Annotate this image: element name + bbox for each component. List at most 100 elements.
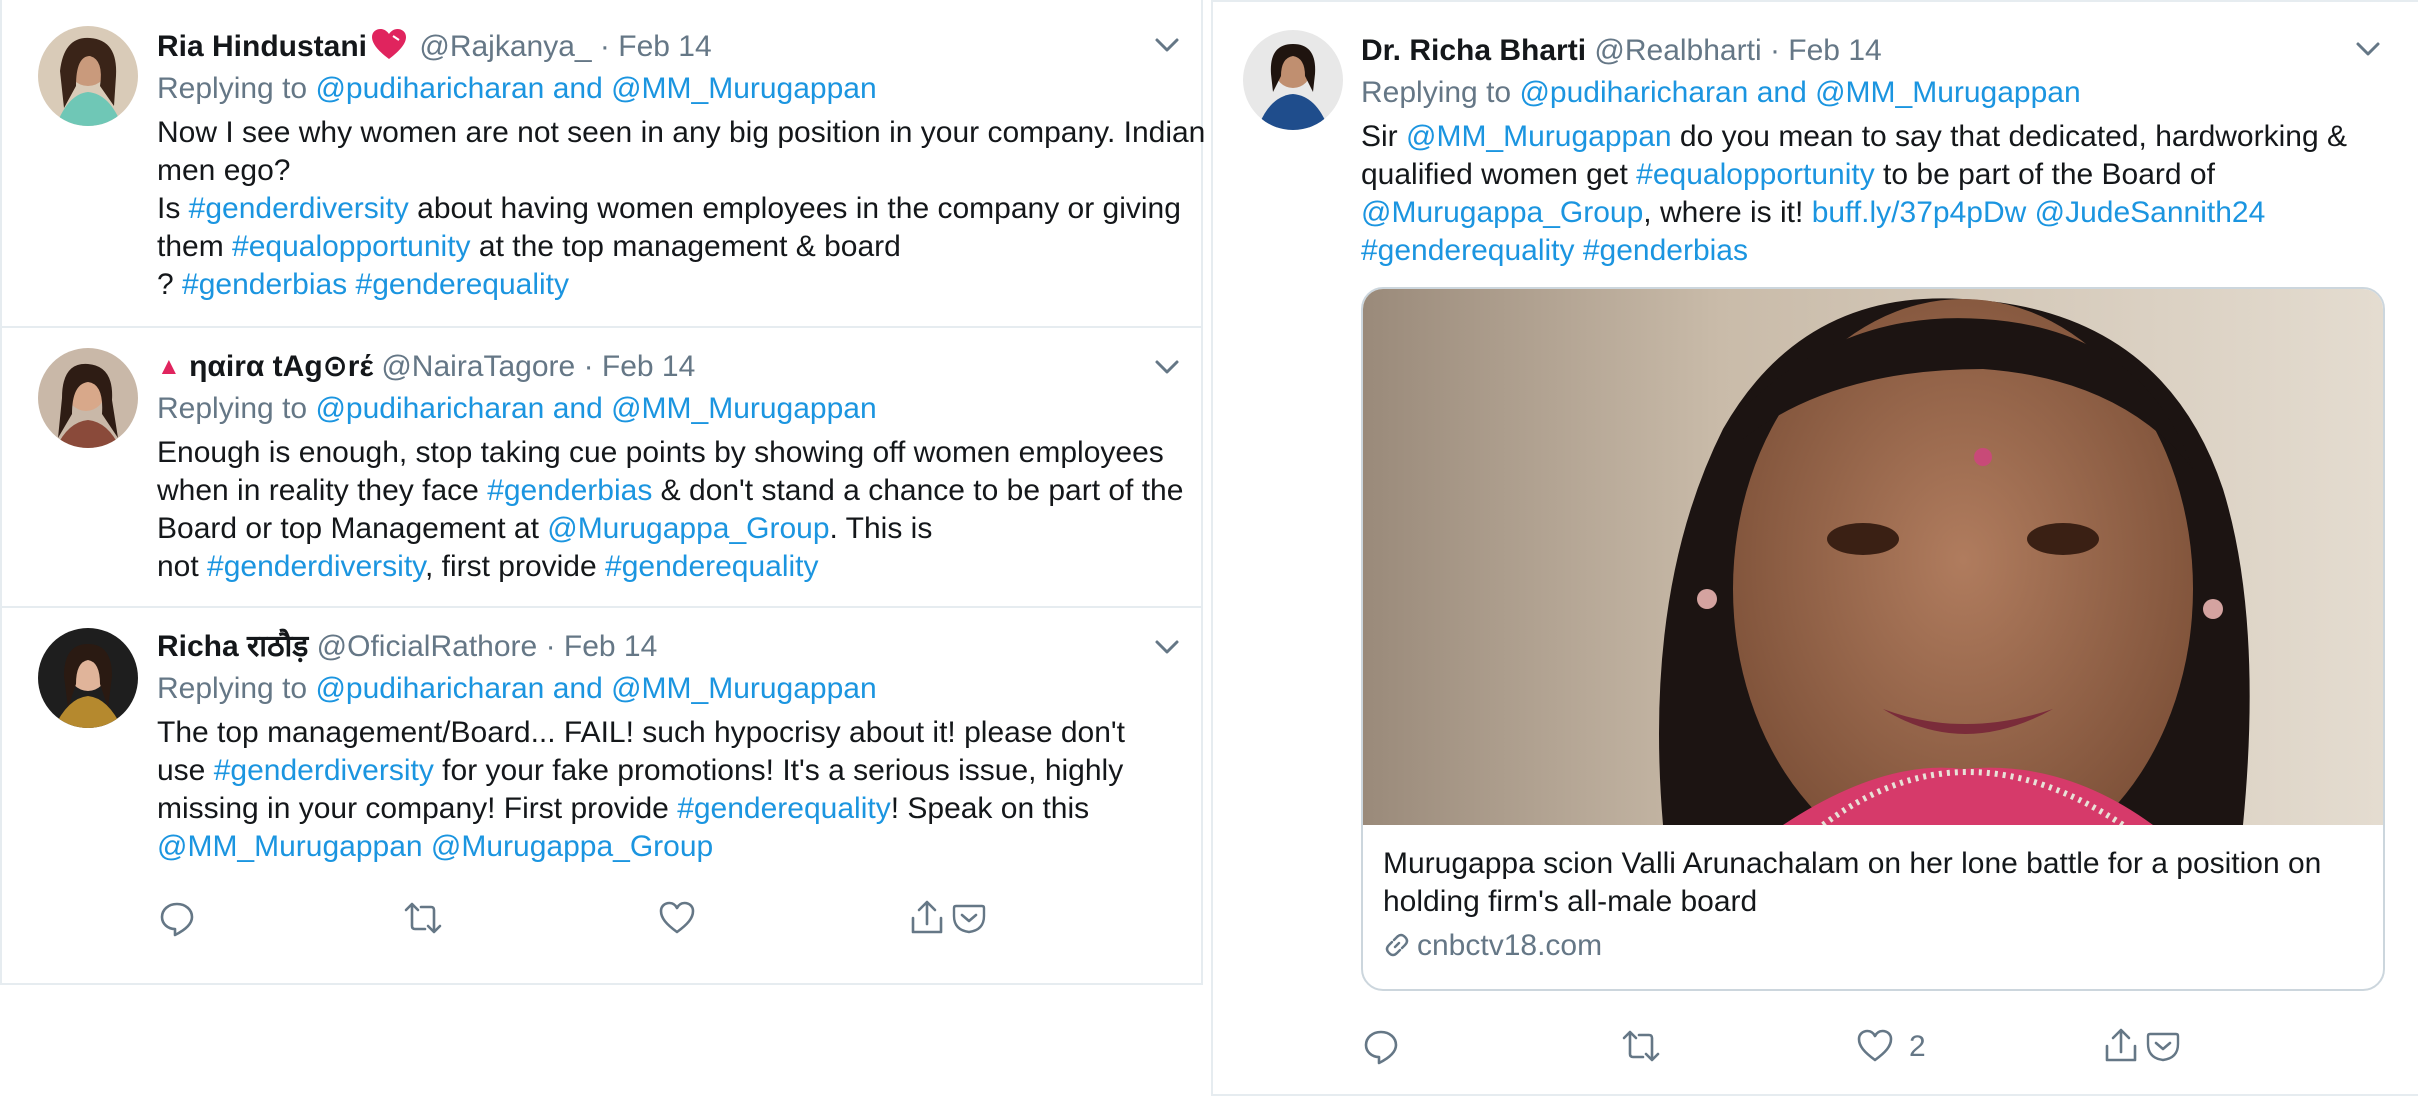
tweet-text: Enough is enough, stop taking cue points… [157, 434, 1183, 586]
tweet-date[interactable]: Feb 14 [1788, 34, 1881, 67]
mention-link[interactable]: @JudeSannith24 [2035, 196, 2266, 229]
tweet-date[interactable]: Feb 14 [602, 350, 695, 383]
mention-link[interactable]: @MM_Murugappan [1406, 120, 1672, 153]
tweet-text-segment: them [157, 230, 233, 263]
tweet-text-line: men ego? [157, 152, 1205, 190]
tweet-richa-bharti[interactable]: Dr. Richa Bharti @Realbharti · Feb 14 Re… [1213, 2, 2418, 1096]
card-domain: cnbctv18.com [1383, 927, 1602, 965]
hashtag-link[interactable]: #genderbias [1583, 234, 1748, 267]
save-pocket-icon[interactable] [949, 898, 989, 938]
tweet-text-line: The top management/Board... FAIL! such h… [157, 714, 1125, 752]
display-name[interactable]: Dr. Richa Bharti [1361, 34, 1586, 67]
hashtag-link[interactable]: #genderdiversity [189, 192, 409, 225]
mention-link[interactable]: @Murugappa_Group [431, 830, 713, 863]
separator-dot: · [583, 350, 594, 383]
hashtag-link[interactable]: #genderdiversity [214, 754, 434, 787]
avatar[interactable] [38, 26, 138, 126]
chevron-down-icon[interactable] [1150, 630, 1184, 664]
tweet-text-line: Enough is enough, stop taking cue points… [157, 434, 1183, 472]
share-icon[interactable] [907, 898, 947, 938]
hashtag-link[interactable]: #genderequality [1361, 234, 1575, 267]
right-tweet-panel: Dr. Richa Bharti @Realbharti · Feb 14 Re… [1211, 0, 2418, 1096]
retweet-icon[interactable] [1621, 1026, 1661, 1066]
left-tweet-panel: Ria Hindustani @Rajkanya_ · Feb 14 Reply… [0, 0, 1205, 985]
tweet-naira-tagore[interactable]: ▲ ηαirα tΑg⊙rέ @NairaTagore · Feb 14 Rep… [2, 328, 1201, 608]
like-icon[interactable] [1855, 1026, 1895, 1066]
tweet-text-segment: Is [157, 192, 189, 225]
tweet-text-segment: & don't stand a chance to be part of the [652, 474, 1184, 507]
replying-to-users[interactable]: @pudiharicharan and @MM_Murugappan [315, 672, 876, 705]
card-title-line: holding firm's all-male board [1383, 885, 1758, 918]
reply-icon[interactable] [157, 898, 197, 938]
chevron-down-icon[interactable] [2351, 32, 2385, 66]
tweet-text-segment: , first provide [424, 550, 606, 583]
tweet-text-segment: ? [157, 268, 183, 301]
display-name[interactable]: Richa राठौड़ [157, 630, 308, 663]
like-count: 2 [1909, 1030, 1926, 1063]
replying-to-users[interactable]: @pudiharicharan and @MM_Murugappan [315, 392, 876, 425]
tweet-text-line: when in reality they face #genderbias & … [157, 472, 1183, 510]
tweet-ria-hindustani[interactable]: Ria Hindustani @Rajkanya_ · Feb 14 Reply… [2, 0, 1205, 328]
display-name[interactable]: ηαirα tΑg⊙rέ [189, 350, 373, 383]
separator-dot: · [1769, 34, 1780, 67]
hashtag-link[interactable]: #equalopportunity [232, 230, 471, 263]
tweet-text-line: qualified women get #equalopportunity to… [1361, 156, 2347, 194]
tweet-text-segment: The top management/Board... FAIL! such h… [157, 716, 1125, 749]
tweet-text-segment [2026, 196, 2034, 229]
tweet-date[interactable]: Feb 14 [618, 30, 711, 63]
replying-to-label: Replying to [157, 72, 308, 105]
avatar[interactable] [1243, 30, 1343, 130]
user-handle[interactable]: @OficialRathore [317, 630, 538, 663]
tweet-text-line: Sir @MM_Murugappan do you mean to say th… [1361, 118, 2347, 156]
chevron-down-icon[interactable] [1150, 28, 1184, 62]
tweet-text-segment: for your fake promotions! It's a serious… [433, 754, 1124, 787]
tweet-text-line: @Murugappa_Group, where is it! buff.ly/3… [1361, 194, 2347, 232]
display-name[interactable]: Ria Hindustani [157, 30, 367, 63]
tweet-text-line: not #genderdiversity, first provide #gen… [157, 548, 1183, 586]
mention-link[interactable]: @MM_Murugappan [157, 830, 423, 863]
avatar[interactable] [38, 348, 138, 448]
replying-to: Replying to @pudiharicharan and @MM_Muru… [157, 390, 877, 428]
reply-icon[interactable] [1361, 1026, 1401, 1066]
tweet-text-segment [423, 830, 431, 863]
user-handle[interactable]: @NairaTagore [381, 350, 575, 383]
user-handle[interactable]: @Rajkanya_ [419, 30, 591, 63]
like-icon[interactable] [657, 898, 697, 938]
tweet-text-segment: . This is [829, 512, 933, 545]
tweet-text-line: missing in your company! First provide #… [157, 790, 1125, 828]
user-handle[interactable]: @Realbharti [1594, 34, 1761, 67]
avatar[interactable] [38, 628, 138, 728]
mention-link[interactable]: @Murugappa_Group [1361, 196, 1643, 229]
tweet-text-segment: not [157, 550, 208, 583]
replying-to-label: Replying to [157, 392, 308, 425]
card-title-line: Murugappa scion Valli Arunachalam on her… [1383, 847, 2322, 880]
separator-dot: · [599, 30, 610, 63]
tweet-actions [157, 898, 1007, 942]
tweet-actions: 2 [1361, 1026, 2261, 1070]
tweet-text-segment: qualified women get [1361, 158, 1637, 191]
hashtag-link[interactable]: #genderbias [182, 268, 347, 301]
url-link[interactable]: buff.ly/37p4pDw [1812, 196, 2027, 229]
hashtag-link[interactable]: #equalopportunity [1636, 158, 1875, 191]
hashtag-link[interactable]: #genderbias [487, 474, 652, 507]
tweet-date[interactable]: Feb 14 [564, 630, 657, 663]
tweet-richa-rathore[interactable]: Richa राठौड़ @OficialRathore · Feb 14 Re… [2, 608, 1201, 985]
chevron-down-icon[interactable] [1150, 350, 1184, 384]
hashtag-link[interactable]: #genderequality [356, 268, 570, 301]
replying-to-users[interactable]: @pudiharicharan and @MM_Murugappan [1519, 76, 2080, 109]
hashtag-link[interactable]: #genderequality [605, 550, 819, 583]
replying-to-users[interactable]: @pudiharicharan and @MM_Murugappan [315, 72, 876, 105]
tweet-text-segment: Sir [1361, 120, 1406, 153]
link-preview-card[interactable]: Murugappa scion Valli Arunachalam on her… [1361, 287, 2385, 991]
mention-link[interactable]: @Murugappa_Group [547, 512, 829, 545]
hashtag-link[interactable]: #genderdiversity [207, 550, 425, 583]
hashtag-link[interactable]: #genderequality [677, 792, 891, 825]
save-pocket-icon[interactable] [2143, 1026, 2183, 1066]
retweet-icon[interactable] [403, 898, 443, 938]
triangle-icon: ▲ [157, 353, 181, 380]
tweet-text-segment: at the top management & board [470, 230, 901, 263]
replying-to-label: Replying to [157, 672, 308, 705]
card-image [1363, 289, 2383, 825]
share-icon[interactable] [2101, 1026, 2141, 1066]
tweet-text-line: ? #genderbias #genderequality [157, 266, 1205, 304]
